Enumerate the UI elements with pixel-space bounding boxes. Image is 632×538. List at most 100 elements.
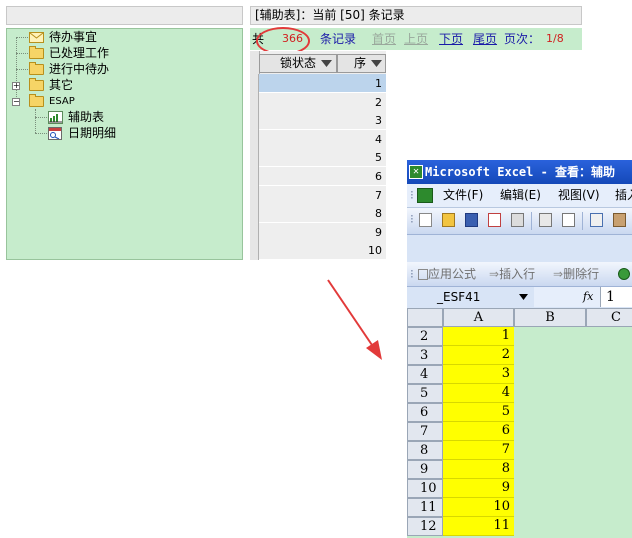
table-row[interactable]: 4 bbox=[250, 129, 386, 149]
function-icon[interactable]: fx bbox=[583, 287, 593, 307]
next-icon[interactable] bbox=[618, 268, 630, 280]
row-header[interactable]: 9 bbox=[407, 460, 443, 479]
column-header-seq[interactable]: 序 bbox=[337, 54, 386, 73]
menu-file[interactable]: 文件(F) bbox=[443, 184, 483, 207]
name-box-value: _ESF41 bbox=[437, 290, 481, 304]
column-header-c[interactable]: C bbox=[586, 308, 632, 327]
lock-status-cell[interactable] bbox=[259, 74, 337, 93]
seq-cell[interactable]: 1 bbox=[337, 74, 386, 93]
formula-input[interactable]: 1 bbox=[600, 287, 632, 307]
lock-status-cell[interactable] bbox=[259, 111, 337, 131]
last-page-link[interactable]: 尾页 bbox=[473, 28, 497, 50]
seq-cell[interactable]: 9 bbox=[337, 222, 386, 242]
row-header[interactable]: 6 bbox=[407, 403, 443, 422]
table-row[interactable]: 7 bbox=[250, 185, 386, 205]
seq-cell[interactable]: 10 bbox=[337, 241, 386, 261]
prev-page-link[interactable]: 上页 bbox=[404, 28, 428, 50]
table-row[interactable]: 5 bbox=[250, 148, 386, 168]
cell-a[interactable]: 10 bbox=[443, 498, 514, 517]
row-marker[interactable] bbox=[250, 92, 259, 112]
row-marker[interactable] bbox=[250, 111, 259, 131]
row-marker[interactable] bbox=[250, 167, 259, 186]
row-marker[interactable] bbox=[250, 148, 259, 168]
seq-cell[interactable]: 6 bbox=[337, 167, 386, 186]
table-row[interactable]: 3 bbox=[250, 111, 386, 131]
row-header[interactable]: 3 bbox=[407, 346, 443, 365]
seq-cell[interactable]: 4 bbox=[337, 129, 386, 149]
column-header-a[interactable]: A bbox=[443, 308, 514, 327]
collapse-toggle[interactable]: − bbox=[12, 98, 20, 106]
row-header[interactable]: 5 bbox=[407, 384, 443, 403]
column-header-lock-status[interactable]: 锁状态 bbox=[259, 54, 337, 73]
lock-status-cell[interactable] bbox=[259, 185, 337, 205]
row-marker[interactable] bbox=[250, 74, 259, 93]
seq-cell[interactable]: 3 bbox=[337, 111, 386, 131]
next-page-link[interactable]: 下页 bbox=[439, 28, 463, 50]
table-row[interactable]: 6 bbox=[250, 167, 386, 186]
row-header[interactable]: 7 bbox=[407, 422, 443, 441]
table-row[interactable]: 1 bbox=[250, 74, 386, 93]
cell-a[interactable]: 8 bbox=[443, 460, 514, 479]
seq-cell[interactable]: 7 bbox=[337, 185, 386, 205]
lock-status-cell[interactable] bbox=[259, 148, 337, 168]
filter-dropdown-icon[interactable] bbox=[321, 60, 332, 68]
print-icon[interactable] bbox=[539, 213, 552, 227]
spelling-icon[interactable] bbox=[590, 213, 603, 227]
cell-a[interactable]: 5 bbox=[443, 403, 514, 422]
row-marker[interactable] bbox=[250, 129, 259, 149]
table-row[interactable]: 9 bbox=[250, 222, 386, 242]
expand-toggle[interactable]: + bbox=[12, 82, 20, 90]
lock-status-cell[interactable] bbox=[259, 204, 337, 224]
column-header-b[interactable]: B bbox=[514, 308, 586, 327]
seq-cell[interactable]: 2 bbox=[337, 92, 386, 112]
lock-status-cell[interactable] bbox=[259, 129, 337, 149]
cell-a[interactable]: 6 bbox=[443, 422, 514, 441]
lock-status-cell[interactable] bbox=[259, 167, 337, 186]
insert-row-button[interactable]: ⇒插入行 bbox=[489, 262, 535, 286]
cell-a[interactable]: 7 bbox=[443, 441, 514, 460]
row-header[interactable]: 2 bbox=[407, 327, 443, 346]
cell-a[interactable]: 2 bbox=[443, 346, 514, 365]
seq-cell[interactable]: 5 bbox=[337, 148, 386, 168]
first-page-link[interactable]: 首页 bbox=[372, 28, 396, 50]
table-row[interactable]: 2 bbox=[250, 92, 386, 112]
row-marker[interactable] bbox=[250, 222, 259, 242]
row-marker[interactable] bbox=[250, 185, 259, 205]
cell-a[interactable]: 3 bbox=[443, 365, 514, 384]
cell-a[interactable]: 9 bbox=[443, 479, 514, 498]
lock-status-cell[interactable] bbox=[259, 222, 337, 242]
name-box[interactable]: _ESF41 bbox=[407, 287, 534, 307]
row-marker[interactable] bbox=[250, 241, 259, 261]
open-icon[interactable] bbox=[442, 213, 455, 227]
delete-row-button[interactable]: ⇒删除行 bbox=[553, 262, 599, 286]
menu-view[interactable]: 视图(V) bbox=[558, 184, 600, 207]
filter-dropdown-icon[interactable] bbox=[371, 60, 382, 68]
select-all-corner[interactable] bbox=[407, 308, 443, 327]
row-header[interactable]: 4 bbox=[407, 365, 443, 384]
cell-a[interactable]: 11 bbox=[443, 517, 514, 536]
permission-icon[interactable] bbox=[488, 213, 501, 227]
email-icon[interactable] bbox=[511, 213, 524, 227]
chevron-down-icon[interactable] bbox=[519, 294, 528, 300]
save-icon[interactable] bbox=[465, 213, 478, 227]
row-header[interactable]: 10 bbox=[407, 479, 443, 498]
table-row[interactable]: 10 bbox=[250, 241, 386, 261]
row-header[interactable]: 8 bbox=[407, 441, 443, 460]
print-preview-icon[interactable] bbox=[562, 213, 575, 227]
excel-doc-icon[interactable] bbox=[417, 188, 433, 203]
cell-a[interactable]: 1 bbox=[443, 327, 514, 346]
lock-status-cell[interactable] bbox=[259, 241, 337, 261]
table-row[interactable]: 8 bbox=[250, 204, 386, 224]
row-marker[interactable] bbox=[250, 204, 259, 224]
row-header[interactable]: 11 bbox=[407, 498, 443, 517]
excel-app-icon: ✕ bbox=[409, 165, 423, 179]
seq-cell[interactable]: 8 bbox=[337, 204, 386, 224]
cell-a[interactable]: 4 bbox=[443, 384, 514, 403]
menu-insert[interactable]: 插入 bbox=[615, 184, 632, 207]
lock-status-cell[interactable] bbox=[259, 92, 337, 112]
research-icon[interactable] bbox=[613, 213, 626, 227]
new-icon[interactable] bbox=[419, 213, 432, 227]
row-header[interactable]: 12 bbox=[407, 517, 443, 536]
apply-formula-button[interactable]: 应用公式 bbox=[418, 262, 476, 286]
menu-edit[interactable]: 编辑(E) bbox=[500, 184, 541, 207]
